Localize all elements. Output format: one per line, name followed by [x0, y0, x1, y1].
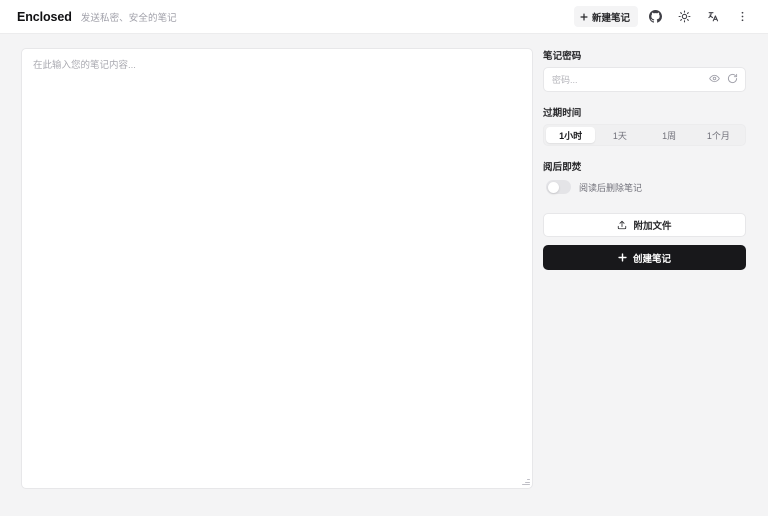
burn-after-reading-group: 阅后即焚 阅读后删除笔记 — [543, 159, 746, 196]
password-field-group: 笔记密码 — [543, 48, 746, 92]
app-root: Enclosed 发送私密、安全的笔记 新建笔记 在此输入您的笔记内容... 笔… — [0, 0, 768, 516]
app-tagline: 发送私密、安全的笔记 — [80, 12, 177, 24]
brand: Enclosed 发送私密、安全的笔记 — [17, 10, 177, 24]
language-button[interactable] — [701, 5, 725, 29]
sun-icon — [678, 10, 691, 23]
main-content: 笔记密码 — [0, 34, 768, 516]
attach-file-label: 附加文件 — [633, 221, 672, 232]
create-note-label: 创建笔记 — [632, 253, 671, 265]
expiration-segmented-control: 1小时 1天 1周 1个月 — [543, 124, 746, 146]
toggle-knob — [547, 181, 559, 193]
eye-icon — [708, 72, 720, 87]
expiration-label: 过期时间 — [543, 108, 582, 119]
expiration-option-1-day[interactable]: 1天 — [595, 127, 644, 143]
github-button[interactable] — [643, 5, 667, 29]
password-input-row — [543, 67, 746, 92]
theme-toggle-button[interactable] — [672, 5, 696, 29]
attach-file-button[interactable]: 附加文件 — [543, 213, 746, 237]
refresh-icon — [727, 72, 738, 87]
app-title: Enclosed — [17, 9, 72, 24]
burn-after-reading-row: 阅读后删除笔记 — [543, 178, 746, 196]
generate-password-button[interactable] — [723, 71, 741, 89]
expiration-option-1-week[interactable]: 1周 — [645, 127, 694, 143]
password-label: 笔记密码 — [543, 51, 582, 62]
new-note-label: 新建笔记 — [591, 12, 630, 24]
burn-after-reading-caption: 阅读后删除笔记 — [579, 182, 643, 193]
more-vertical-icon — [736, 10, 749, 23]
expiration-option-1-month[interactable]: 1个月 — [694, 127, 743, 143]
new-note-button[interactable]: 新建笔记 — [573, 6, 638, 27]
burn-after-reading-toggle[interactable] — [546, 180, 571, 194]
app-header: Enclosed 发送私密、安全的笔记 新建笔记 — [0, 0, 768, 34]
translate-icon — [707, 10, 720, 23]
toggle-password-visibility-button[interactable] — [705, 71, 723, 89]
header-actions: 新建笔记 — [573, 5, 754, 29]
note-content-textarea[interactable] — [21, 48, 533, 489]
create-note-button[interactable]: 创建笔记 — [543, 245, 746, 270]
editor-column — [21, 48, 533, 489]
burn-after-reading-label: 阅后即焚 — [543, 162, 582, 173]
expiration-field-group: 过期时间 1小时 1天 1周 1个月 — [543, 105, 746, 146]
plus-icon — [580, 12, 588, 21]
settings-panel: 笔记密码 密码... 过期时间 1小时 1天 1周 1个月 阅后即焚 阅读后删除… — [543, 48, 746, 270]
plus-icon — [618, 253, 627, 262]
github-icon — [648, 10, 662, 23]
upload-icon — [617, 220, 627, 230]
expiration-option-1-hour[interactable]: 1小时 — [546, 127, 596, 143]
more-menu-button[interactable] — [730, 5, 754, 29]
password-input[interactable] — [552, 74, 705, 85]
